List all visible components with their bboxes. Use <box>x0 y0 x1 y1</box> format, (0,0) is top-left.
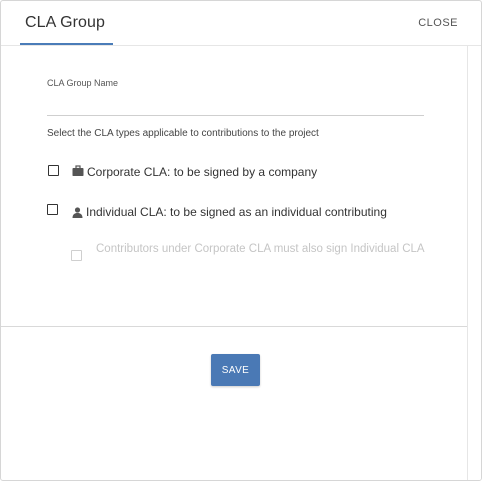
save-button[interactable]: SAVE <box>211 354 260 386</box>
individual-cla-label: Individual CLA: to be signed as an indiv… <box>86 205 387 219</box>
corporate-cla-checkbox[interactable] <box>48 165 59 176</box>
cla-group-dialog: CLA Group CLOSE CLA Group Name Select th… <box>0 0 482 481</box>
person-icon <box>72 205 83 223</box>
scrollbar[interactable] <box>467 46 481 480</box>
corporate-also-individual-label: Contributors under Corporate CLA must al… <box>96 243 425 255</box>
cla-group-name-label: CLA Group Name <box>47 78 119 88</box>
briefcase-icon <box>72 164 84 182</box>
corporate-cla-label: Corporate CLA: to be signed by a company <box>87 165 318 179</box>
close-button[interactable]: CLOSE <box>418 17 458 29</box>
cla-types-instructions: Select the CLA types applicable to contr… <box>47 128 319 139</box>
tab-cla-group[interactable]: CLA Group <box>25 14 105 32</box>
active-tab-indicator <box>20 43 113 45</box>
individual-cla-checkbox[interactable] <box>47 204 58 215</box>
corporate-also-individual-checkbox[interactable] <box>71 250 82 261</box>
footer-divider <box>1 326 467 327</box>
cla-group-name-input[interactable] <box>47 93 424 116</box>
dialog-header: CLA Group CLOSE <box>1 1 481 46</box>
